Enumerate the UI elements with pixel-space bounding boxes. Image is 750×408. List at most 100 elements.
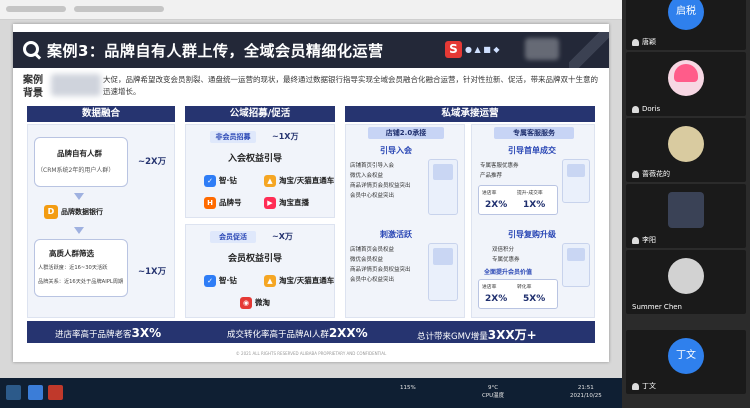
- filter-line-1: 人群活跃度：近16~30天活跃: [38, 265, 108, 271]
- channel-zhizuan: ✓ 智·钻: [204, 275, 237, 287]
- metric-value: 1X%: [523, 200, 546, 210]
- result-mid: 成交转化率高于品牌AI人群2XX%: [227, 326, 368, 340]
- search-mark-icon: [23, 41, 39, 57]
- column-header-public: 公域招募/促活: [185, 106, 335, 122]
- phone-screenshot: [562, 243, 590, 287]
- ztc-icon: ▲: [264, 275, 276, 287]
- app-icon[interactable]: [28, 385, 43, 400]
- slide-banner: 案例3：品牌自有人群上传，全域会员精细化运营 S ● ▲ ■ ◆: [13, 32, 609, 68]
- zhizuan-icon: ✓: [204, 175, 216, 187]
- result-mid-value: 2XX%: [328, 326, 368, 340]
- tray-weather: 9°C CPU温度: [482, 384, 504, 400]
- start-icon[interactable]: [6, 385, 21, 400]
- participant-name-text: 李阳: [642, 236, 656, 244]
- avatar: 启税: [668, 0, 704, 30]
- blurred-brand: [51, 74, 101, 96]
- cs-metric-box-2: 进店率 转化率 2X% 5X%: [478, 279, 558, 309]
- data-bank-icon: D: [44, 205, 58, 219]
- store-head: 店铺2.0承接: [368, 127, 444, 139]
- store-list-1: 店铺首页引导入会 微优入会权益 商品详情页会员权益突出 会员中心权益突出: [350, 161, 411, 201]
- result-left-value: 3X%: [131, 326, 162, 340]
- participant-name-text: 丁文: [642, 382, 656, 390]
- filter-title: 高质人群筛选: [49, 249, 94, 258]
- presentation-area: 案例3：品牌自有人群上传，全域会员精细化运营 S ● ▲ ■ ◆ 案例背景 大促…: [0, 0, 622, 408]
- ppt-icon[interactable]: [48, 385, 63, 400]
- participant-tile[interactable]: 丁文 丁文: [626, 330, 746, 394]
- channel-label: 微淘: [255, 298, 270, 307]
- participant-name: 唐颖: [632, 37, 656, 47]
- slide: 案例3：品牌自有人群上传，全域会员精细化运营 S ● ▲ ■ ◆ 案例背景 大促…: [13, 24, 609, 362]
- zhizuan-icon: ✓: [204, 275, 216, 287]
- toolbar-dots-icon: ● ▲ ■ ◆: [465, 45, 500, 54]
- participant-tile[interactable]: Doris: [626, 52, 746, 116]
- cs-highlight: 全面提升会员价值: [484, 269, 533, 276]
- crowd-title: 品牌自有人群: [57, 149, 102, 158]
- mic-icon: [632, 382, 639, 390]
- crowd-box: 品牌自有人群 （CRM系统2年的用户人群）: [34, 137, 128, 187]
- cs-item: 专属优惠券: [492, 257, 520, 263]
- store-item: 会员中心权益突出: [350, 193, 395, 199]
- cs-section-2: 引导复购升级: [508, 230, 556, 239]
- metric-value: 2X%: [485, 294, 508, 304]
- store-panel: 店铺2.0承接 引导入会 店铺首页引导入会 微优入会权益 商品详情页会员权益突出…: [345, 124, 465, 318]
- participants-panel: 启税 唐颖 Doris 蔷薇花的 李阳 Summer Chen 丁文 丁文: [622, 0, 750, 408]
- cs-item: 专属客服优惠券: [480, 163, 519, 169]
- result-left: 进店率高于品牌老客3X%: [55, 326, 161, 340]
- participant-tile[interactable]: Summer Chen: [626, 250, 746, 314]
- metric-label: 进店率: [482, 285, 497, 290]
- result-bar: 进店率高于品牌老客3X% 成交转化率高于品牌AI人群2XX% 总计带来GMV增量…: [27, 321, 595, 343]
- background-label: 案例背景: [23, 75, 43, 99]
- filter-size: ~1X万: [138, 267, 167, 277]
- cs-item: 双倍积分: [492, 247, 515, 253]
- logo-s-icon: S: [445, 41, 462, 58]
- banner-stripe: [569, 32, 609, 68]
- data-panel: 品牌自有人群 （CRM系统2年的用户人群） ~2X万 D 品牌数据银行 高质人群筛…: [27, 124, 175, 318]
- participant-name: 丁文: [632, 381, 656, 391]
- participant-tile[interactable]: 蔷薇花的: [626, 118, 746, 182]
- metric-label: 进店率: [482, 191, 497, 196]
- cs-metric-box-1: 进店率 提升-成交率 2X% 1X%: [478, 185, 558, 215]
- weitao-icon: ◉: [240, 297, 252, 309]
- crowd-subtitle: （CRM系统2年的用户人群）: [37, 167, 115, 174]
- participant-name: 蔷薇花的: [632, 169, 670, 179]
- phone-screenshot: [428, 159, 458, 215]
- member-size: ~X万: [272, 232, 293, 241]
- arrow-down-icon: [74, 193, 84, 200]
- phone-screenshot: [562, 159, 590, 203]
- background-text: 大促，品牌希望改变会员割裂、通盘统一运营的现状，最终通过数据银行指导实现全域会员…: [103, 75, 598, 96]
- screen: 案例3：品牌自有人群上传，全域会员精细化运营 S ● ▲ ■ ◆ 案例背景 大促…: [0, 0, 750, 408]
- participant-name: 李阳: [632, 235, 656, 245]
- store-section-1: 引导入会: [380, 146, 412, 155]
- mic-icon: [632, 105, 639, 113]
- tray-zoom: 115%: [400, 385, 416, 391]
- participant-tile[interactable]: 启税 唐颖: [626, 0, 746, 50]
- slide-title: 案例3：品牌自有人群上传，全域会员精细化运营: [47, 42, 384, 60]
- crowd-size: ~2X万: [138, 157, 167, 167]
- participant-name: Summer Chen: [632, 303, 682, 311]
- result-right-value: 3XX万+: [487, 328, 537, 342]
- channel-label: 淘宝/天猫直通车: [279, 276, 335, 285]
- metric-label: 提升-成交率: [517, 191, 543, 196]
- column-header-private: 私域承接运营: [345, 106, 595, 122]
- cs-list-2: 双倍积分 专属优惠券: [492, 245, 520, 265]
- nonmember-title: 入会权益引导: [228, 154, 283, 164]
- participant-tile[interactable]: 李阳: [626, 184, 746, 248]
- toolbar-blur: [74, 6, 164, 12]
- avatar: [668, 60, 704, 96]
- avatar: 丁文: [668, 338, 704, 374]
- channel-ztc: ▲ 淘宝/天猫直通车: [264, 175, 334, 187]
- toolbar-blur: [6, 6, 66, 12]
- blurred-logo: [525, 38, 559, 60]
- store-item: 商品详情页会员权益突出: [350, 267, 411, 273]
- participant-name-text: 蔷薇花的: [642, 170, 670, 178]
- arrow-down-icon: [74, 227, 84, 234]
- store-item: 会员中心权益突出: [350, 277, 395, 283]
- clock-time: 21:51: [577, 385, 594, 391]
- mic-icon: [632, 236, 639, 244]
- channel-label: 智·钻: [219, 176, 237, 185]
- weather-temp: 9°C: [488, 385, 499, 391]
- live-icon: ▶: [264, 197, 276, 209]
- participant-name-text: 唐颖: [642, 38, 656, 46]
- data-bank-text: 品牌数据银行: [61, 208, 103, 216]
- clock-date: 2021/10/25: [570, 393, 602, 399]
